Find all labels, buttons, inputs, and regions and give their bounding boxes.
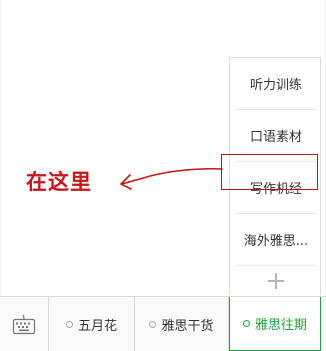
annotation-highlight-box — [221, 154, 318, 190]
menu-tab-label: 雅思往期 — [254, 318, 307, 333]
submenu-add-button[interactable] — [236, 266, 316, 296]
plus-icon — [268, 273, 284, 289]
submenu-indicator-icon — [149, 321, 157, 328]
submenu-item-overseas[interactable]: 海外雅思... — [236, 214, 316, 266]
submenu-indicator-icon — [242, 320, 250, 327]
keyboard-icon — [12, 314, 36, 334]
bottom-menu-bar: 五月花 雅思干货 雅思往期 — [0, 296, 326, 351]
menu-tab-label: 雅思干货 — [161, 319, 214, 334]
submenu-indicator-icon — [65, 321, 73, 328]
annotation-arrow-icon — [120, 167, 223, 190]
menu-tab-ielts-past[interactable]: 雅思往期 — [229, 297, 321, 351]
menu-tab-ielts-tips[interactable]: 雅思干货 — [135, 297, 229, 351]
annotation-text: 在这里 — [26, 169, 92, 194]
menu-tab-label: 五月花 — [77, 319, 117, 334]
submenu-item-listening[interactable]: 听力训练 — [236, 58, 316, 110]
keyboard-toggle-button[interactable] — [0, 297, 49, 351]
menu-tab-wuyuehua[interactable]: 五月花 — [49, 297, 135, 351]
